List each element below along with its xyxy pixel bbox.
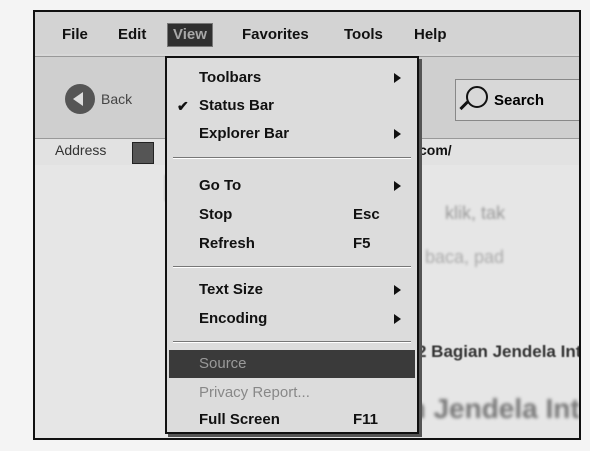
menu-item-explorer-bar[interactable]: Explorer Bar [169,120,415,148]
menu-item-go-to[interactable]: Go To [169,172,415,200]
page-heading: 2 Bagian Jendela Intern [417,342,581,361]
checkmark-icon: ✔ [177,98,189,114]
submenu-arrow-icon [394,129,401,139]
view-menu-dropdown: Toolbars ✔ Status Bar Explorer Bar Go To… [165,56,419,434]
menu-favorites[interactable]: Favorites [237,24,314,46]
address-label: Address [55,142,107,158]
page-text-line: klik, tak [445,203,506,223]
menu-item-full-screen[interactable]: Full Screen F11 [169,406,415,434]
search-icon [466,86,488,108]
menu-item-source[interactable]: Source [169,350,415,378]
back-arrow-icon [65,84,95,114]
submenu-arrow-icon [394,285,401,295]
submenu-arrow-icon [394,181,401,191]
page-icon [132,142,154,164]
shortcut-key: Esc [353,206,380,223]
menu-item-status-bar[interactable]: ✔ Status Bar [169,92,415,120]
menu-tools[interactable]: Tools [339,24,388,46]
menu-item-encoding[interactable]: Encoding [169,305,415,333]
search-label: Search [494,91,545,109]
menu-bar: File Edit View Favorites Tools Help [35,12,579,54]
menu-item-text-size[interactable]: Text Size [169,276,415,304]
search-button[interactable]: Search [455,79,579,121]
menu-file[interactable]: File [57,24,93,46]
menu-item-toolbars[interactable]: Toolbars [169,64,415,92]
menu-view[interactable]: View [167,23,213,47]
shortcut-key: F5 [353,235,371,252]
menu-item-refresh[interactable]: Refresh F5 [169,230,415,258]
page-text-line: baca, pad [425,247,505,267]
shortcut-key: F11 [353,411,379,428]
submenu-arrow-icon [394,73,401,83]
menu-separator [173,341,411,343]
back-button[interactable]: Back [65,82,132,116]
page-big-text: an Jendela Intern [393,393,580,424]
menu-separator [173,266,411,268]
menu-help[interactable]: Help [409,24,452,46]
back-label: Back [101,91,133,107]
browser-window: File Edit View Favorites Tools Help Back… [33,10,581,440]
address-input[interactable]: com/ [419,142,452,158]
menu-edit[interactable]: Edit [113,24,151,46]
menu-item-privacy-report: Privacy Report... [199,384,310,401]
menu-separator [173,157,411,159]
menu-item-stop[interactable]: Stop Esc [169,201,415,229]
submenu-arrow-icon [394,314,401,324]
